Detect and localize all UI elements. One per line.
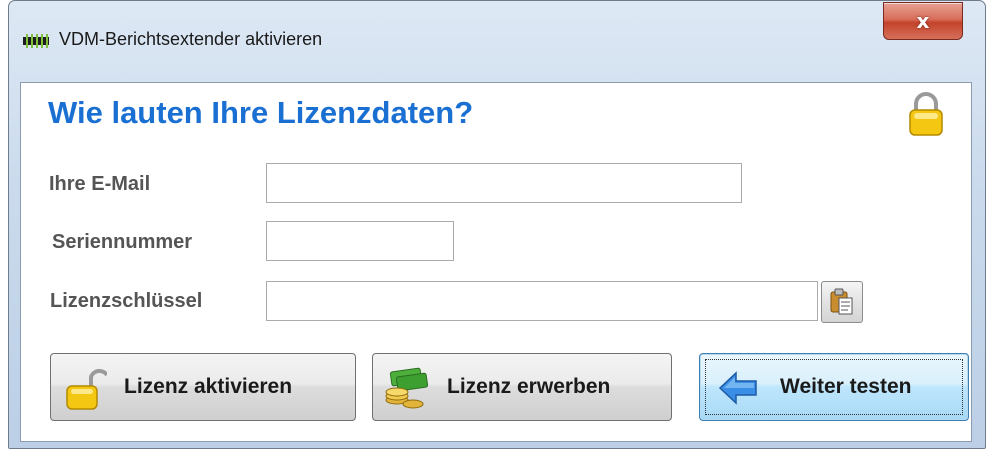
- arrow-left-icon: [718, 371, 757, 405]
- buy-license-label: Lizenz erwerben: [447, 375, 611, 398]
- license-key-field[interactable]: [266, 281, 818, 321]
- continue-testing-label: Weiter testen: [780, 375, 912, 398]
- page-title: Wie lauten Ihre Lizenzdaten?: [48, 95, 474, 130]
- dialog-content: Wie lauten Ihre Lizenzdaten? Ihre E-Mail…: [20, 82, 972, 442]
- open-lock-icon: [66, 369, 107, 410]
- email-field[interactable]: [266, 163, 742, 203]
- dialog-window: VDM-Berichtsextender aktivieren x Wie la…: [8, 0, 986, 449]
- lock-icon: [909, 92, 943, 136]
- serial-number-field[interactable]: [266, 221, 454, 261]
- close-button[interactable]: x: [883, 2, 963, 40]
- activate-license-button[interactable]: Lizenz aktivieren: [50, 353, 356, 421]
- paste-button[interactable]: [821, 281, 863, 323]
- app-icon: [23, 34, 49, 48]
- activate-license-label: Lizenz aktivieren: [124, 375, 293, 398]
- window-title: VDM-Berichtsextender aktivieren: [59, 29, 323, 49]
- serial-label: Seriennummer: [52, 231, 193, 253]
- title-bar[interactable]: VDM-Berichtsextender aktivieren x: [9, 1, 985, 83]
- email-label: Ihre E-Mail: [49, 173, 151, 195]
- license-key-label: Lizenzschlüssel: [50, 290, 203, 312]
- close-icon: x: [916, 9, 930, 33]
- buy-license-button[interactable]: Lizenz erwerben: [372, 353, 672, 421]
- continue-testing-button[interactable]: Weiter testen: [699, 353, 969, 421]
- clipboard-paste-icon: [830, 288, 853, 315]
- money-icon: [385, 367, 429, 409]
